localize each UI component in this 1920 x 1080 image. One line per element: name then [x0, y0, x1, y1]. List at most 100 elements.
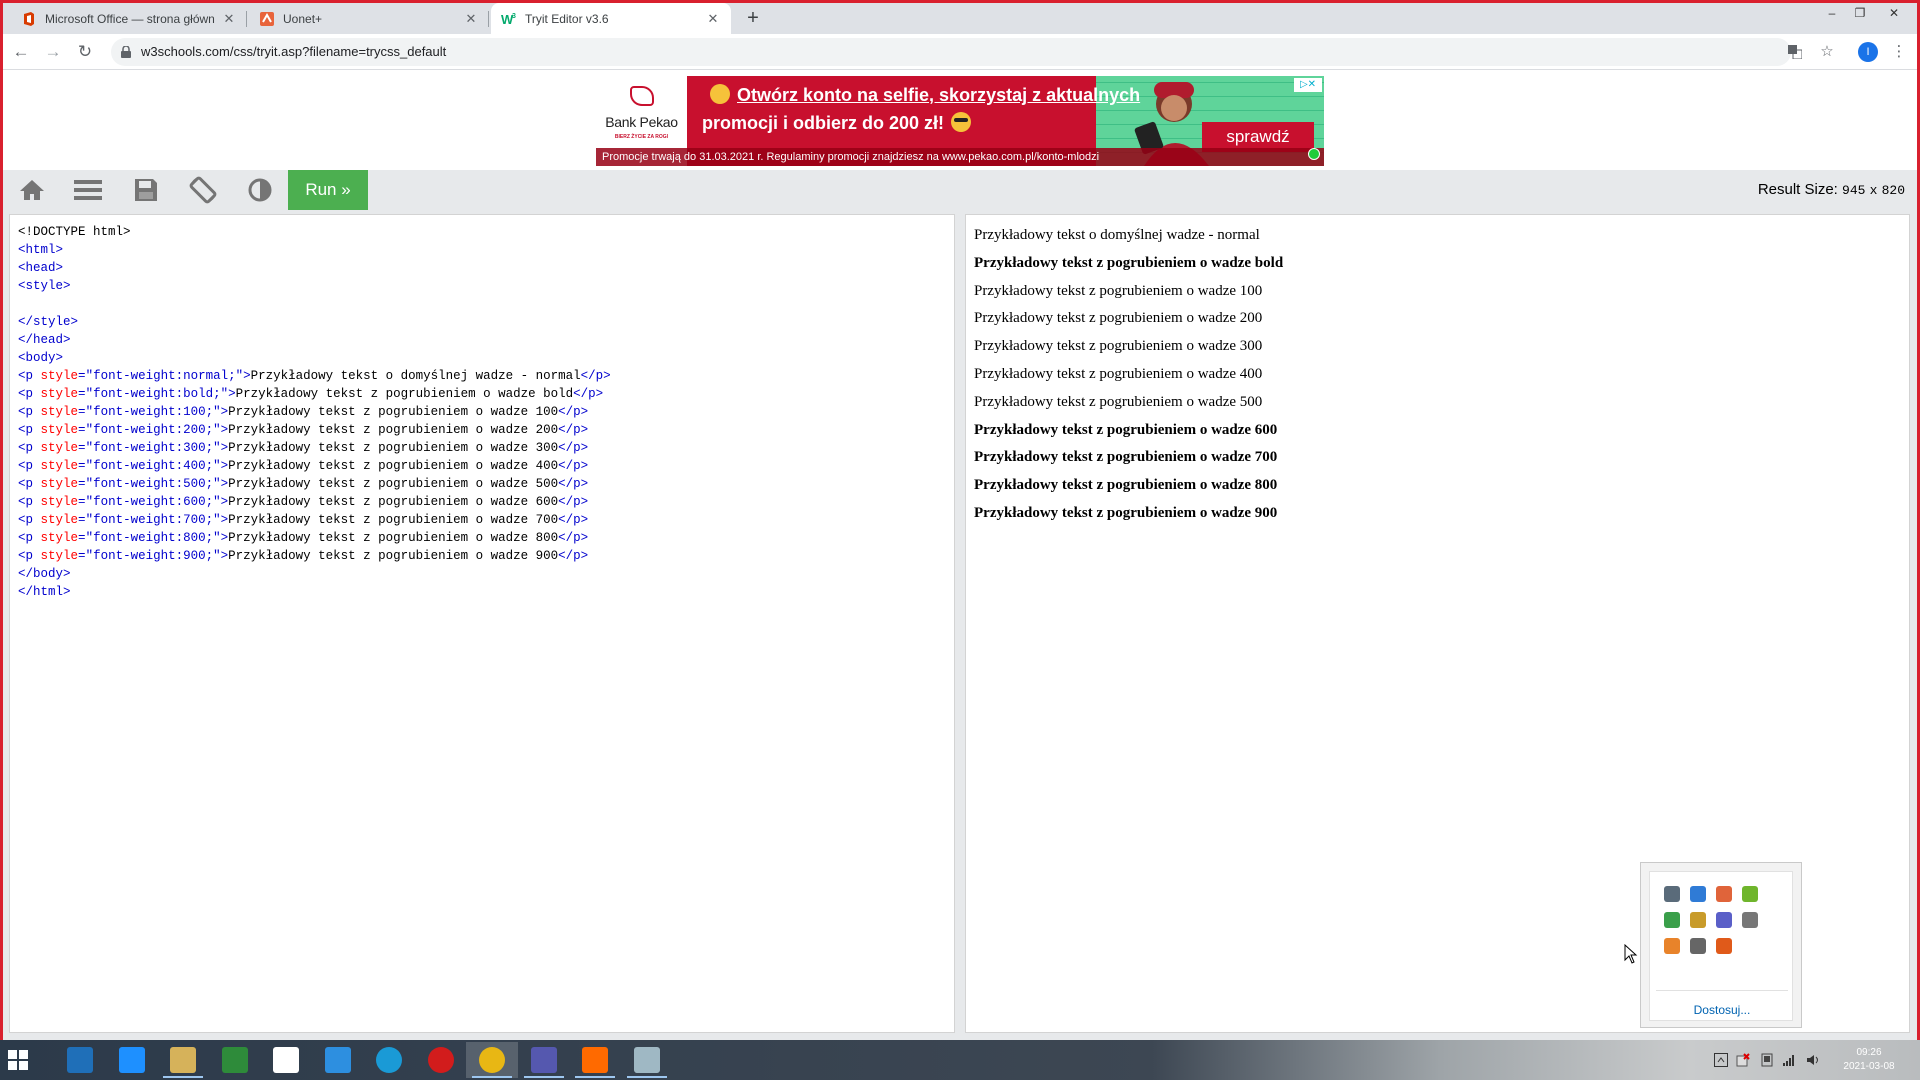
home-icon: [20, 180, 44, 200]
home-taskbar-button[interactable]: [260, 1042, 312, 1078]
printer-icon[interactable]: [1690, 938, 1706, 954]
translate-icon[interactable]: [1783, 40, 1807, 64]
internet-explorer-taskbar-button[interactable]: [106, 1042, 158, 1078]
outlook-taskbar-button[interactable]: [312, 1042, 364, 1078]
lock-icon[interactable]: [121, 46, 131, 58]
outlook-icon: [324, 1047, 351, 1073]
code-editor[interactable]: <!DOCTYPE html> <html> <head> <style> </sty…: [9, 214, 955, 1033]
profile-avatar[interactable]: I: [1858, 42, 1878, 62]
home-icon: [273, 1047, 299, 1073]
backup-icon[interactable]: [1664, 938, 1680, 954]
uonet-icon: [259, 11, 275, 27]
back-button[interactable]: ←: [9, 40, 33, 64]
file-explorer-taskbar-button[interactable]: [157, 1042, 209, 1078]
tryit-toolbar: Run » Result Size: 945 x 820: [3, 170, 1917, 210]
result-paragraph: Przykładowy tekst z pogrubieniem o wadze…: [974, 421, 1278, 438]
code-line: <p style="font-weight:200;">Przykładowy …: [18, 423, 589, 437]
network-drive-icon[interactable]: [1690, 886, 1706, 902]
volume-icon[interactable]: [1806, 1053, 1820, 1067]
result-paragraph: Przykładowy tekst z pogrubieniem o wadze…: [974, 338, 1263, 355]
system-clock[interactable]: 09:26 2021-03-08: [1834, 1046, 1904, 1074]
menu-button[interactable]: [63, 170, 113, 210]
code-line: <body>: [18, 351, 64, 365]
code-line: <p style="font-weight:300;">Przykładowy …: [18, 441, 589, 455]
lenovo-icon: [67, 1047, 93, 1073]
ad-status-dot: [1308, 148, 1320, 160]
code-line: <style>: [18, 279, 71, 293]
svg-text:3: 3: [512, 13, 516, 20]
close-tab-icon[interactable]: ✕: [705, 11, 721, 27]
browser-menu-icon[interactable]: ⋮: [1887, 40, 1911, 64]
device-icon[interactable]: [1760, 1053, 1774, 1067]
show-hidden-icons-icon[interactable]: [1714, 1053, 1728, 1067]
menu-icon: [74, 180, 102, 200]
pdf-taskbar-button[interactable]: [569, 1042, 621, 1078]
ad-choices-icon[interactable]: ▷✕: [1294, 78, 1322, 92]
save-icon: [135, 179, 157, 201]
ad-brand-name: Bank Pekao: [605, 114, 678, 130]
customize-link[interactable]: Dostosuj...: [1650, 1003, 1794, 1017]
toolbox-icon[interactable]: [1716, 938, 1732, 954]
teams-icon[interactable]: [1716, 912, 1732, 928]
code-line: <p style="font-weight:400;">Przykładowy …: [18, 459, 589, 473]
security-icon[interactable]: [1736, 1053, 1750, 1067]
pdf-icon: [582, 1047, 608, 1073]
run-button[interactable]: Run »: [288, 170, 368, 210]
tray-overflow-popup: Dostosuj...: [1640, 862, 1802, 1028]
theme-button[interactable]: [235, 170, 285, 210]
notepad-taskbar-button[interactable]: [621, 1042, 673, 1078]
lenovo-taskbar-button[interactable]: [54, 1042, 106, 1078]
bookmark-star-icon[interactable]: ☆: [1815, 40, 1839, 64]
minimize-button[interactable]: –: [1821, 6, 1843, 22]
tray-overflow-icons: Dostosuj...: [1649, 871, 1793, 1021]
home-button[interactable]: [7, 170, 57, 210]
rotate-button[interactable]: [178, 170, 228, 210]
code-line: <p style="font-weight:normal;">Przykłado…: [18, 369, 611, 383]
close-window-button[interactable]: ✕: [1883, 6, 1905, 22]
ad-banner[interactable]: Bank Pekao BIERZ ŻYCIE ZA ROGI Otwórz ko…: [596, 76, 1324, 166]
forward-button[interactable]: →: [41, 40, 65, 64]
restore-button[interactable]: ❐: [1849, 6, 1871, 22]
bank-logo-icon: [630, 86, 654, 106]
defender-icon[interactable]: [1664, 912, 1680, 928]
clock-time: 09:26: [1856, 1047, 1882, 1058]
chrome-taskbar-button[interactable]: [466, 1042, 518, 1078]
reload-button[interactable]: ↻: [73, 40, 97, 64]
opera-taskbar-button[interactable]: [415, 1042, 467, 1078]
update-icon[interactable]: [1742, 886, 1758, 902]
rotate-icon: [189, 176, 217, 204]
network-signal-icon[interactable]: [1782, 1053, 1796, 1067]
teams-taskbar-button[interactable]: [518, 1042, 570, 1078]
store-taskbar-button[interactable]: [209, 1042, 261, 1078]
tab-tryit-editor[interactable]: W3 Tryit Editor v3.6 ✕: [491, 3, 731, 34]
internet-explorer-icon: [118, 1047, 145, 1073]
windows-start-icon[interactable]: [8, 1050, 28, 1070]
ad-headline-2: promocji i odbierz do 200 zł!: [702, 112, 973, 134]
result-paragraph: Przykładowy tekst z pogrubieniem o wadze…: [974, 366, 1263, 382]
result-paragraph: Przykładowy tekst z pogrubieniem o wadze…: [974, 282, 1263, 299]
sunglasses-emoji-icon: [951, 112, 972, 132]
ad-headline-1: Otwórz konto na selfie, skorzystaj z akt…: [708, 84, 1140, 106]
new-tab-button[interactable]: +: [741, 7, 765, 31]
close-tab-icon[interactable]: ✕: [463, 11, 479, 27]
close-tab-icon[interactable]: ✕: [221, 11, 237, 27]
result-size-label: Result Size:: [1757, 181, 1838, 198]
code-line: </html>: [18, 585, 71, 599]
tab-uonet[interactable]: Uonet+ ✕: [249, 3, 489, 34]
paint-icon[interactable]: [1716, 886, 1732, 902]
edge-taskbar-button[interactable]: [363, 1042, 415, 1078]
address-bar[interactable]: w3schools.com/css/tryit.asp?filename=try…: [111, 38, 1791, 66]
chrome-icon: [479, 1047, 505, 1073]
save-button[interactable]: [121, 170, 171, 210]
url-text[interactable]: w3schools.com/css/tryit.asp?filename=try…: [141, 44, 446, 59]
audio-icon[interactable]: [1742, 912, 1758, 928]
tryit-panes: <!DOCTYPE html> <html> <head> <style> </sty…: [3, 210, 1917, 1040]
ad-headline-2-text: promocji i odbierz do 200 zł!: [702, 113, 945, 133]
display-icon[interactable]: [1664, 886, 1680, 902]
browser-toolbar: ← → ↻ w3schools.com/css/tryit.asp?filena…: [3, 34, 1917, 70]
tab-microsoft-office[interactable]: Microsoft Office — strona główna ✕: [11, 3, 247, 34]
package-icon[interactable]: [1690, 912, 1706, 928]
code-content[interactable]: <!DOCTYPE html> <html> <head> <style> </sty…: [18, 223, 611, 601]
tray-divider: [1656, 990, 1788, 991]
